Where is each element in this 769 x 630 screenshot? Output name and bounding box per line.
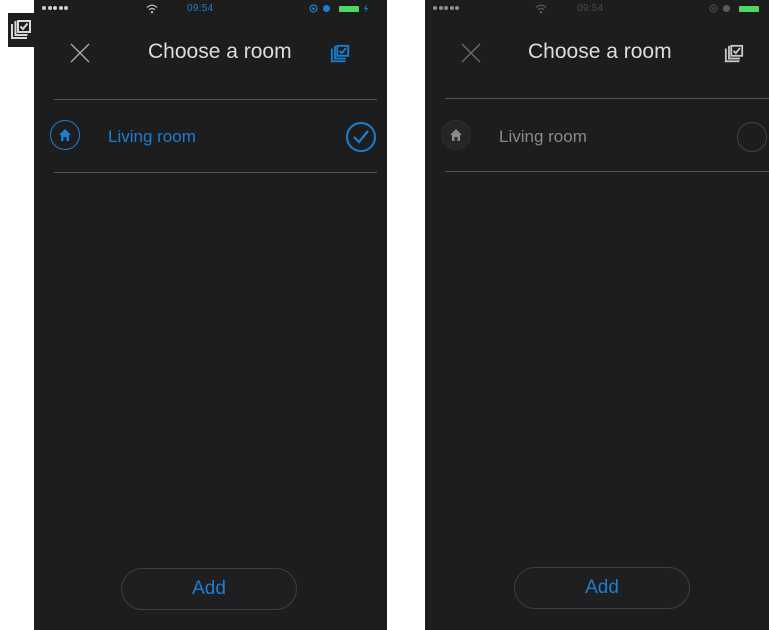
- check-circle-empty-icon[interactable]: [737, 122, 767, 152]
- phone-screen-unselected: 09:54 Choose a room Living room Add: [425, 0, 769, 630]
- lock-rotation-icon: [309, 4, 318, 13]
- divider-bottom: [54, 172, 377, 173]
- room-label: Living room: [108, 127, 196, 146]
- close-icon[interactable]: [69, 42, 91, 64]
- status-bar: 09:54: [34, 0, 387, 20]
- alarm-icon: [323, 5, 330, 12]
- signal-strength-icon: [42, 6, 68, 10]
- wifi-icon: [535, 4, 547, 14]
- divider-bottom: [445, 171, 769, 172]
- lock-rotation-icon: [709, 4, 718, 13]
- home-icon: [50, 120, 80, 150]
- battery-icon: [739, 5, 759, 12]
- add-button[interactable]: Add: [514, 567, 690, 609]
- page-title: Choose a room: [148, 40, 292, 63]
- phone-screen-selected: 09:54 Choose a room Living room Add: [34, 0, 387, 630]
- select-all-icon[interactable]: [330, 44, 350, 64]
- add-button[interactable]: Add: [121, 568, 297, 610]
- room-label: Living room: [499, 127, 587, 146]
- status-time: 09:54: [187, 3, 214, 14]
- close-icon[interactable]: [460, 42, 482, 64]
- home-icon: [441, 120, 471, 150]
- divider-top: [54, 99, 377, 100]
- select-all-icon: [8, 13, 34, 47]
- page-title: Choose a room: [528, 40, 672, 63]
- divider-top: [445, 98, 769, 99]
- alarm-icon: [723, 5, 730, 12]
- check-icon[interactable]: [346, 122, 376, 152]
- wifi-icon: [146, 4, 158, 14]
- room-row-living-room[interactable]: Living room: [34, 120, 387, 180]
- charging-icon: [364, 4, 368, 13]
- signal-strength-icon: [433, 6, 459, 10]
- status-bar: 09:54: [425, 0, 769, 20]
- status-time: 09:54: [577, 3, 604, 14]
- battery-icon: [339, 5, 359, 12]
- select-all-icon[interactable]: [724, 44, 744, 64]
